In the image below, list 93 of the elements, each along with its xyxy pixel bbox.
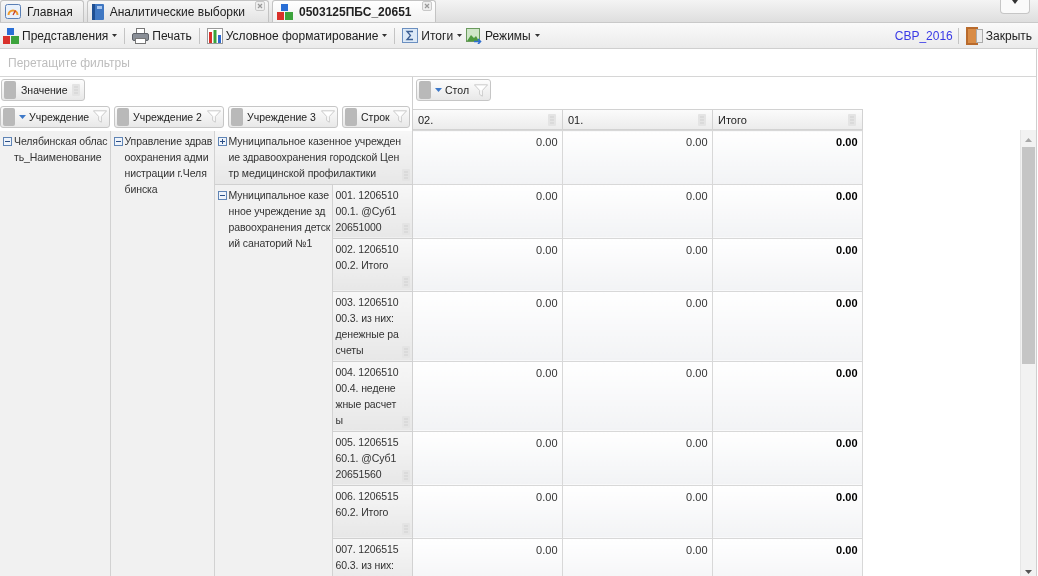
filter-icon[interactable] (393, 110, 407, 123)
row-label: Челябинская область_Наименование (14, 133, 109, 165)
collapse-icon[interactable] (3, 136, 12, 146)
value-cell: 0.00 (412, 538, 562, 576)
row-field-button[interactable]: Строк (342, 105, 410, 128)
value-cell: 0.00 (412, 238, 562, 291)
tab[interactable]: Аналитические выборки (86, 0, 269, 22)
grip-icon (71, 84, 80, 96)
value-cell: 0.00 (412, 485, 562, 538)
value-cell: 0.00 (712, 238, 862, 291)
scrollbar[interactable] (1020, 130, 1036, 576)
caret-icon (112, 34, 118, 37)
value-cell: 0.00 (562, 431, 712, 485)
column-header[interactable]: 02. (413, 109, 563, 130)
scroll-down-icon[interactable] (1025, 570, 1032, 574)
tab-menu-button[interactable] (1000, 0, 1030, 14)
filter-icon[interactable] (321, 110, 335, 123)
grip-icon (848, 113, 856, 126)
row-field-button[interactable]: Учреждение 3 (228, 105, 338, 128)
value-cell: 0.00 (712, 485, 862, 538)
value-cell: 0.00 (712, 291, 862, 361)
gauge-icon (5, 4, 21, 19)
value-cell: 0.00 (562, 184, 712, 238)
value-cell: 0.00 (562, 538, 712, 576)
expand-icon[interactable] (217, 136, 227, 146)
value-cell: 0.00 (712, 184, 862, 238)
value-cell: 0.00 (412, 291, 562, 361)
filter-icon[interactable] (207, 110, 221, 123)
printer-icon (132, 27, 150, 44)
conditional-formatting-button[interactable]: Условное форматирование (204, 24, 390, 47)
scrollbar-thumb[interactable] (1022, 147, 1035, 364)
row-label: 006. 120651560.2. Итого (335, 488, 400, 520)
column-header[interactable]: 01. (563, 109, 713, 130)
row-label: 002. 120651000.2. Итого (335, 241, 400, 273)
scroll-up-icon[interactable] (1025, 138, 1032, 142)
grip-icon (548, 113, 556, 126)
row-field-button[interactable]: Учреждение 2 (114, 105, 224, 128)
grip-icon (698, 113, 706, 126)
value-cell: 0.00 (712, 130, 862, 184)
filter-icon[interactable] (474, 83, 488, 97)
value-cell: 0.00 (562, 485, 712, 538)
row-field-button[interactable]: Учреждение (0, 105, 110, 128)
tab[interactable]: 0503125ПБС_20651 (271, 0, 436, 22)
value-field-button[interactable]: Значение (1, 79, 85, 101)
handle-icon (4, 81, 16, 99)
value-cell: 0.00 (562, 238, 712, 291)
tab[interactable]: Главная (0, 0, 84, 22)
value-cell: 0.00 (412, 361, 562, 431)
value-cell: 0.00 (412, 431, 562, 485)
handle-icon (231, 107, 243, 126)
cubes-icon (3, 27, 19, 44)
report-link[interactable]: СВР_2016 (894, 28, 953, 43)
value-cell: 0.00 (712, 361, 862, 431)
handle-icon (3, 107, 15, 126)
handle-icon (345, 107, 357, 126)
row-label: Муниципальное казенное учреждение здравоохранения детский санаторий №1 (228, 187, 331, 251)
close-icon[interactable] (254, 1, 265, 11)
value-cell: 0.00 (562, 291, 712, 361)
caret-icon (1012, 0, 1018, 4)
collapse-icon[interactable] (113, 136, 123, 146)
book-icon (91, 3, 104, 20)
caret-icon (534, 34, 540, 37)
row-label: 003. 120651000.3. из них: денежные расчеты (335, 294, 400, 358)
door-icon (965, 26, 983, 45)
column-header[interactable]: Итого (713, 109, 863, 130)
close-button[interactable]: Закрыть (963, 24, 1034, 47)
column-field-button[interactable]: Стол (416, 79, 491, 101)
row-label: 001. 120651000.1. @Суб120651000 (335, 187, 400, 235)
handle-icon (117, 107, 129, 126)
sum-icon (402, 28, 419, 43)
print-button[interactable]: Печать (130, 24, 194, 47)
views-menu-button[interactable]: Представления (1, 24, 120, 47)
close-icon[interactable] (421, 1, 432, 11)
handle-icon (419, 81, 431, 99)
value-cell: 0.00 (712, 538, 862, 576)
caret-icon (457, 34, 463, 37)
value-cell: 0.00 (412, 184, 562, 238)
row-label: 005. 120651560.1. @Суб120651560 (335, 434, 400, 482)
modes-menu-button[interactable]: Режимы (464, 24, 542, 47)
value-cell: 0.00 (562, 361, 712, 431)
cubes-icon (276, 3, 293, 20)
value-cell: 0.00 (562, 130, 712, 184)
row-label: Управление здравоохранения администрации г.Челябинска (124, 133, 213, 197)
value-cell: 0.00 (712, 431, 862, 485)
row-label: 007. 120651560.3. из них: (335, 541, 400, 573)
row-label: Муниципальное казенное учреждение здравоохранения городской Центр медицинской профилактики (228, 133, 402, 181)
filter-icon[interactable] (93, 110, 107, 123)
totals-menu-button[interactable]: Итоги (400, 24, 465, 47)
row-label: 004. 120651000.4. неденежные расчеты (335, 364, 400, 428)
collapse-icon[interactable] (217, 190, 227, 200)
caret-icon (382, 34, 388, 37)
value-cell: 0.00 (412, 130, 562, 184)
bar-chart-icon (206, 27, 223, 44)
